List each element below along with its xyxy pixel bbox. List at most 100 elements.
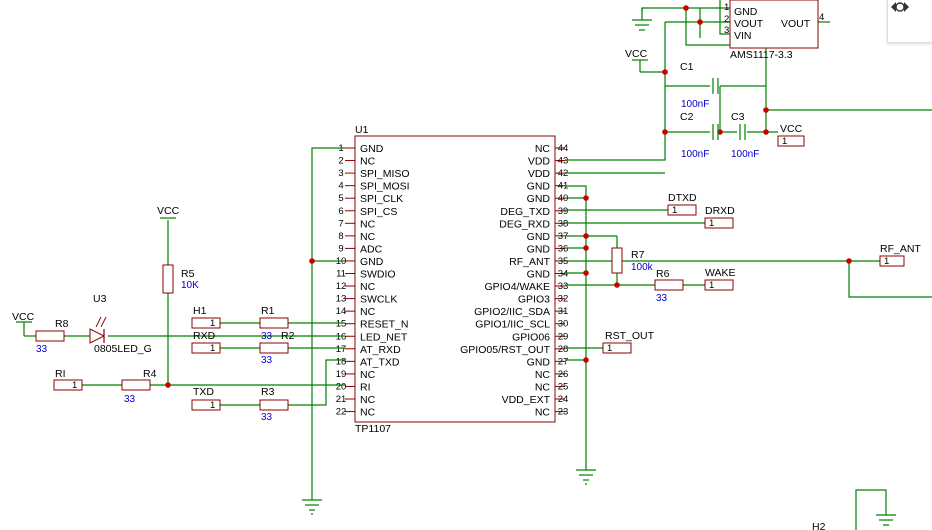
u1-pin-name: NC <box>360 281 376 293</box>
header-vcc[interactable]: 1 VCC <box>777 123 805 147</box>
u1-pin-name: AT_TXD <box>360 356 400 368</box>
resistor-r8[interactable]: R8 33 <box>35 318 69 355</box>
svg-text:TXD: TXD <box>193 386 214 398</box>
u1-pin-36[interactable]: 36 GND <box>527 243 569 255</box>
u1-pin-15[interactable]: 15 RESET_N <box>336 319 409 331</box>
u1-pin-number: 22 <box>336 407 347 418</box>
u1-pin-name: RF_ANT <box>509 256 550 268</box>
svg-text:C2: C2 <box>680 111 694 123</box>
u1-pin-34[interactable]: 34 GND <box>527 269 569 281</box>
capacitor-c2[interactable]: C2 100nF <box>680 111 719 160</box>
svg-text:0805LED_G: 0805LED_G <box>94 343 152 355</box>
capacitor-c3[interactable]: C3 100nF <box>731 111 759 160</box>
u1-pin-name: NC <box>535 407 551 419</box>
header-txd[interactable]: 1 TXD <box>191 386 221 411</box>
u1-pin-37[interactable]: 37GND <box>527 231 569 243</box>
u1-pin-3[interactable]: 3 SPI_MISO <box>338 168 409 180</box>
svg-text:C1: C1 <box>680 61 694 73</box>
u1-pin-number: 9 <box>338 243 343 254</box>
u1-pin-number: 4 <box>338 181 343 192</box>
u1-pin-27[interactable]: 27 GND <box>527 356 569 368</box>
u1-pin-10[interactable]: 10 GND <box>336 256 384 268</box>
u1-pin-name: GND <box>360 143 384 155</box>
u1-pin-name: VDD_EXT <box>502 394 551 406</box>
header-h2[interactable]: H2 <box>812 521 826 530</box>
u1-pin-29[interactable]: 29 GPIO06 <box>512 331 568 343</box>
vcc-symbol-r8: VCC <box>12 311 35 323</box>
header-drxd[interactable]: 1 DRXD <box>704 205 735 229</box>
led-u3[interactable]: U3 0805LED_G <box>89 293 152 355</box>
u1-pin-number: 38 <box>558 218 569 229</box>
svg-text:3: 3 <box>724 25 729 36</box>
u1-pin-35[interactable]: 35RF_ANT <box>509 256 568 268</box>
resistor-r4[interactable]: R4 33 <box>121 368 157 405</box>
u1-pin-1[interactable]: 1 GND <box>338 143 383 155</box>
u1-pin-11[interactable]: 11 SWDIO <box>336 269 396 281</box>
header-rst-out[interactable]: 1 RST_OUT <box>602 330 655 354</box>
u1-pin-name: ADC <box>360 243 383 255</box>
svg-text:1: 1 <box>724 2 729 13</box>
u1-pin-42[interactable]: 42 VDD <box>528 168 568 180</box>
u1-pin-name: NC <box>535 143 551 155</box>
svg-text:WAKE: WAKE <box>705 267 736 279</box>
u1-pin-number: 14 <box>336 306 347 317</box>
svg-text:C3: C3 <box>731 111 745 123</box>
u1-pin-38[interactable]: 38 DEG_RXD <box>499 218 568 230</box>
u1-pin-24[interactable]: 24 VDD_EXT <box>502 394 569 406</box>
u1-pin-name: NC <box>360 369 376 381</box>
u1-pin-5[interactable]: 5 SPI_CLK <box>338 193 403 205</box>
header-rf-ant[interactable]: 1 RF_ANT <box>879 243 921 267</box>
u1-pin-number: 32 <box>558 294 569 305</box>
u1-ic[interactable]: U1 TP1107 1 GND2 NC 3 SPI_MISO 4 SPI_MOSI 5 SPI_… <box>336 124 569 435</box>
schematic-canvas[interactable]: { "u1": { "ref": "U1", "value": "TP1107"… <box>0 0 932 530</box>
u1-pin-33[interactable]: 33 GPIO4/WAKE <box>484 281 568 293</box>
ground-symbol-right <box>576 469 596 485</box>
u1-pin-name: NC <box>360 156 376 168</box>
header-dtxd[interactable]: 1 DTXD <box>667 192 697 216</box>
u1-pin-17[interactable]: 17 AT_RXD <box>336 344 401 356</box>
u1-pin-9[interactable]: 9 ADC <box>338 243 382 255</box>
u1-pin-name: NC <box>535 369 551 381</box>
u1-pin-name: SPI_CS <box>360 206 397 218</box>
u1-pin-name: SWDIO <box>360 269 396 281</box>
u1-pin-4[interactable]: 4 SPI_MOSI <box>338 181 409 193</box>
u1-pin-40[interactable]: 40 GND <box>527 193 569 205</box>
u1-pin-41[interactable]: 41GND <box>527 181 569 193</box>
u1-pin-name: SPI_MISO <box>360 168 410 180</box>
header-ri[interactable]: 1 RI <box>53 368 83 391</box>
u1-pin-name: VDD <box>528 168 551 180</box>
u1-pin-20[interactable]: 20 RI <box>336 381 371 393</box>
u1-pin-16[interactable]: 16 LED_NET <box>336 331 408 343</box>
u1-pin-number: 28 <box>558 344 569 355</box>
svg-text:10K: 10K <box>181 280 199 291</box>
u1-pin-32[interactable]: 32 GPIO3 <box>518 294 568 306</box>
u1-pin-number: 40 <box>558 193 569 204</box>
u1-pin-number: 19 <box>336 369 347 380</box>
diamond-circle-icon[interactable] <box>887 0 932 43</box>
u1-pin-name: GPIO1/IIC_SCL <box>475 319 550 331</box>
u1-pin-13[interactable]: 13 SWCLK <box>336 294 398 306</box>
svg-text:33: 33 <box>124 394 136 405</box>
u1-pin-name: DEG_TXD <box>500 206 550 218</box>
svg-text:4: 4 <box>819 12 824 23</box>
svg-text:1: 1 <box>884 256 889 267</box>
resistor-r5[interactable]: R5 10K <box>162 264 199 294</box>
resistor-r6[interactable]: R6 33 <box>654 268 684 304</box>
svg-text:R1: R1 <box>261 305 275 317</box>
u1-pin-number: 6 <box>338 206 343 217</box>
vcc-symbol-r5: VCC <box>157 205 180 219</box>
u1-pin-43[interactable]: 43 VDD <box>528 156 568 168</box>
u1-pin-name: VDD <box>528 156 551 168</box>
u1-pin-39[interactable]: 39 DEG_TXD <box>500 206 568 218</box>
u1-pin-6[interactable]: 6 SPI_CS <box>338 206 397 218</box>
u1-pin-18[interactable]: 18 AT_TXD <box>336 356 400 368</box>
regulator-ams1117[interactable]: 1 2 3 4 GND VOUT VIN VOUT AMS1117-3.3 <box>724 0 824 61</box>
header-wake[interactable]: 1 WAKE <box>704 267 736 291</box>
resistor-r3[interactable]: R3 33 <box>259 386 289 423</box>
header-h1[interactable]: 1 H1 <box>191 305 221 329</box>
u1-pin-name: GPIO06 <box>512 331 550 343</box>
ground-symbol-h2 <box>876 514 896 526</box>
u1-pin-name: SPI_CLK <box>360 193 403 205</box>
header-rxd[interactable]: 1 RXD <box>191 330 221 354</box>
u1-pin-name: NC <box>360 394 376 406</box>
